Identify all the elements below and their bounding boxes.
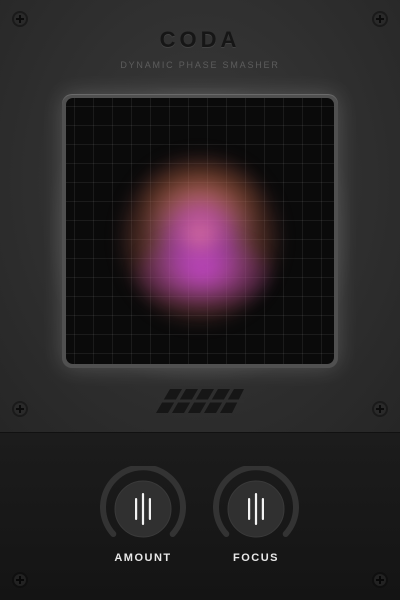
amount-knob[interactable] (100, 466, 186, 552)
screw-icon (372, 11, 388, 27)
focus-label: FOCUS (233, 552, 279, 564)
screw-icon (12, 11, 28, 27)
focus-knob[interactable] (213, 466, 299, 552)
screw-icon (372, 572, 388, 588)
screw-icon (372, 401, 388, 417)
bottom-panel (0, 432, 400, 600)
brand-logo-icon (156, 389, 244, 413)
amount-label: AMOUNT (114, 552, 172, 564)
focus-knob-group: FOCUS (213, 466, 299, 576)
plugin-subtitle: DYNAMIC PHASE SMASHER (120, 60, 280, 70)
visualizer-blob-core (138, 238, 268, 308)
screw-icon (12, 401, 28, 417)
amount-knob-group: AMOUNT (100, 466, 186, 576)
screw-icon (12, 572, 28, 588)
visualizer-display (66, 98, 334, 364)
plugin-title: CODA (159, 27, 241, 52)
plugin-window: CODA DYNAMIC PHASE SMASHER AMOUNT FOCUS (0, 0, 400, 600)
